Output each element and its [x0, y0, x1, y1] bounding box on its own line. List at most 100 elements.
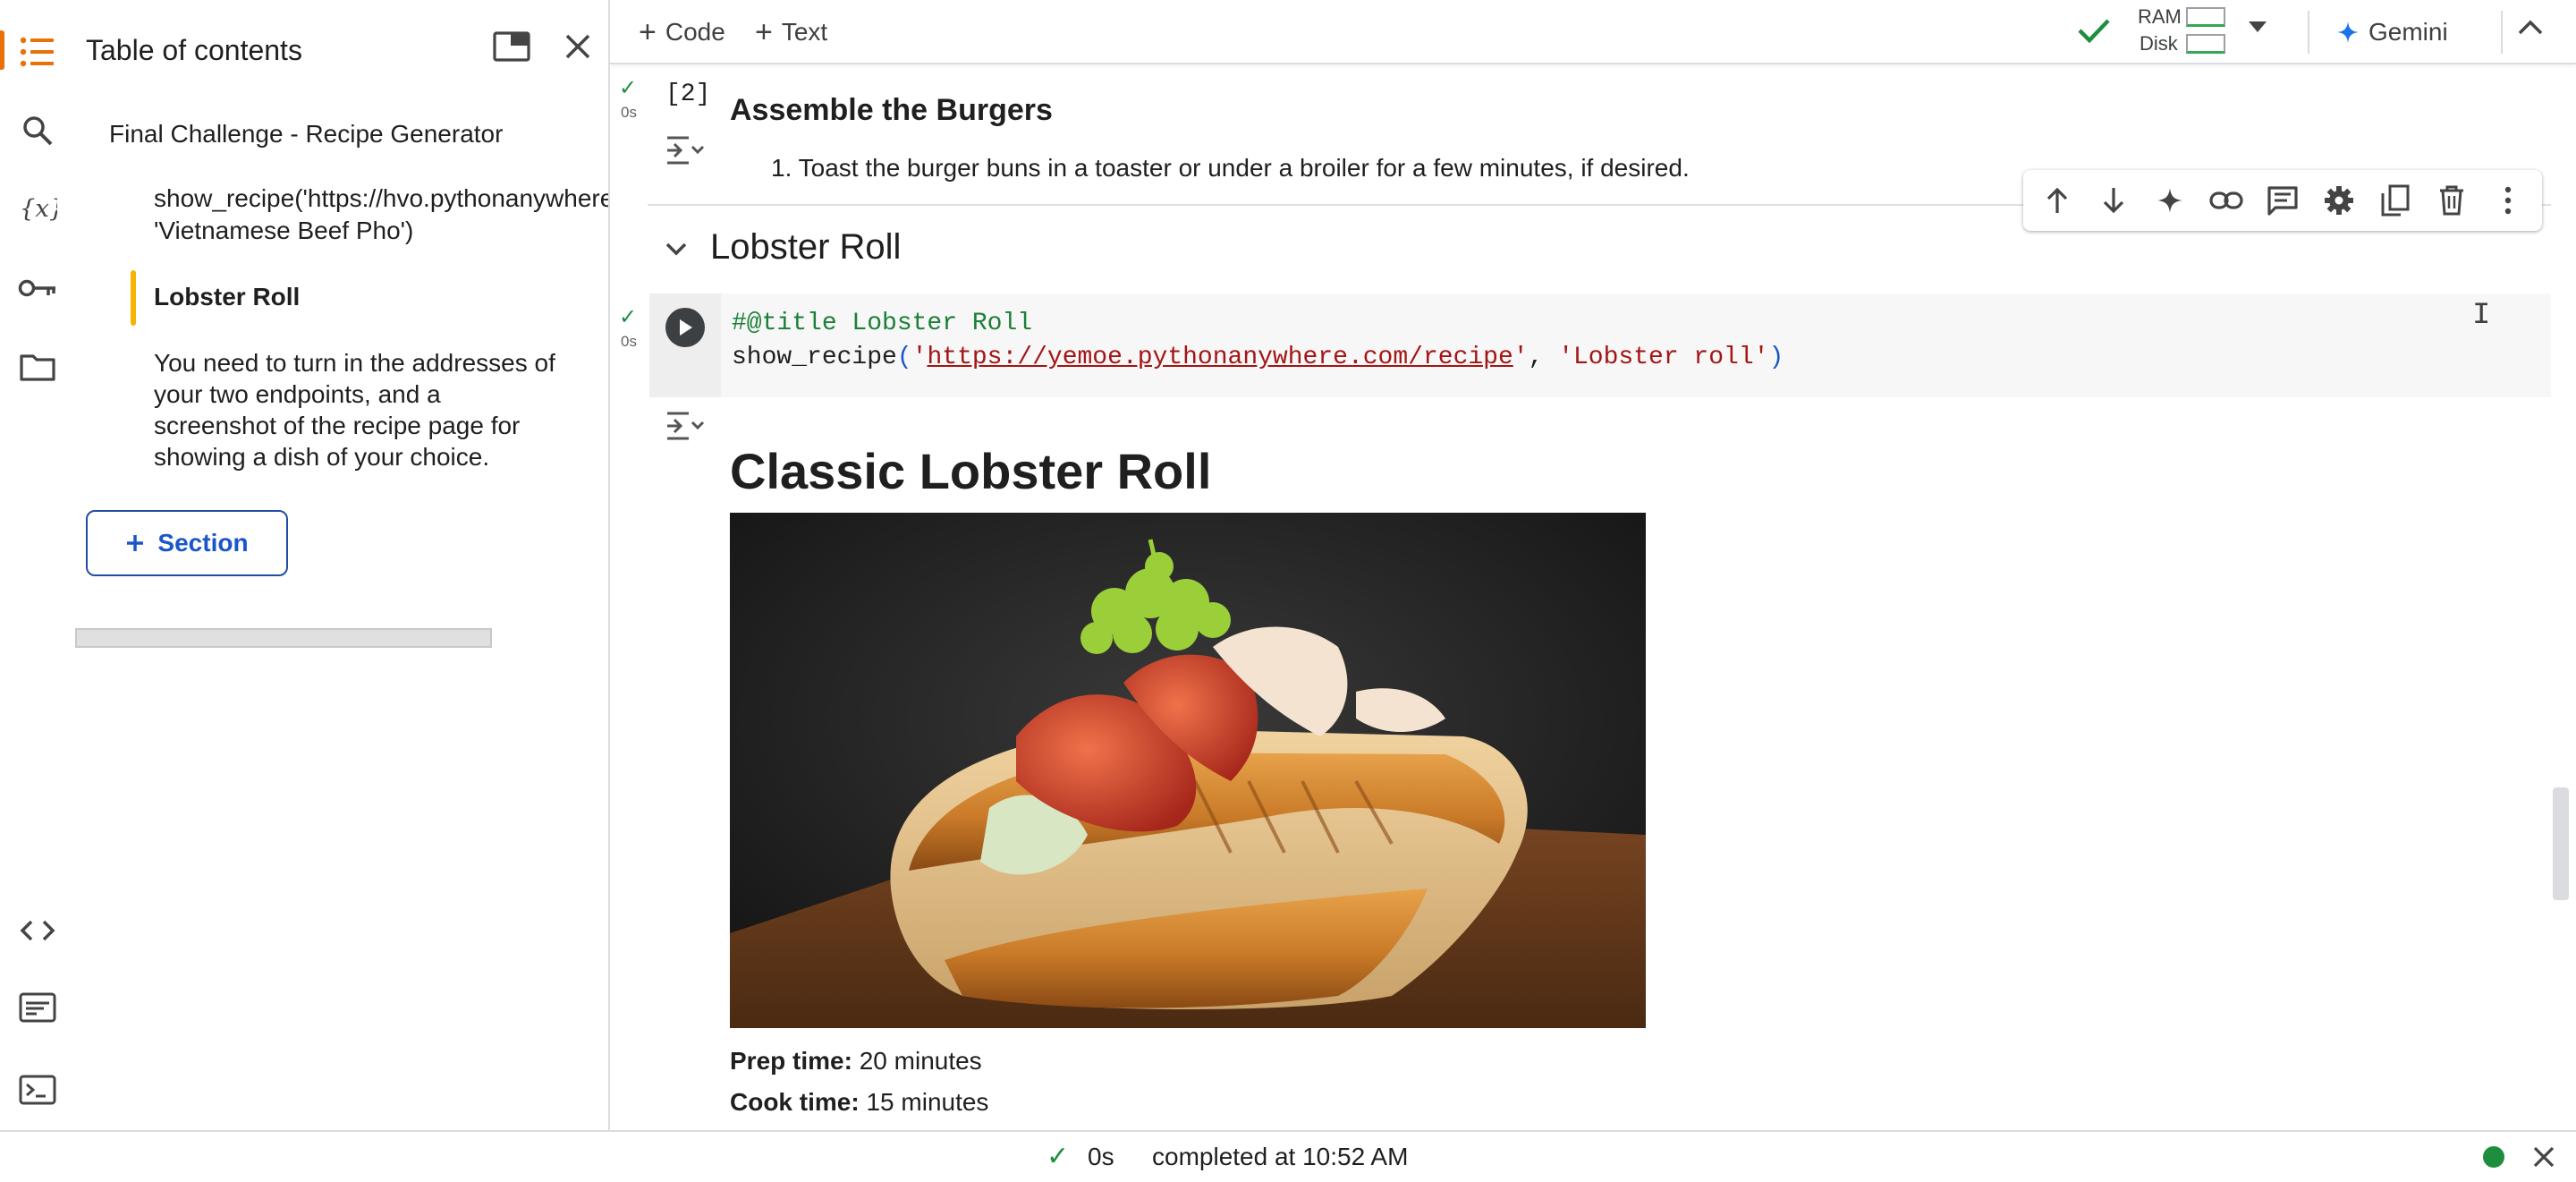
add-code-label: Code — [665, 18, 725, 46]
status-text[interactable]: completed at 10:52 AM — [1152, 1143, 1408, 1171]
add-text-label: Text — [781, 18, 828, 46]
executed-check-icon: ✓ — [619, 76, 638, 100]
code-snippets-icon[interactable] — [18, 911, 57, 950]
add-section-button[interactable]: Section — [86, 510, 288, 576]
code-function-name: show_recipe — [732, 344, 897, 371]
chevron-down-icon[interactable] — [657, 229, 696, 268]
toc-item-label-continued: 'Vietnamese Beef Pho') — [154, 217, 414, 244]
cook-time: Cook time: 15 minutes — [730, 1088, 988, 1117]
variables-icon[interactable]: {x} — [18, 188, 57, 227]
status-exec-time: 0s — [1088, 1143, 1114, 1170]
output-step: 1. Toast the burger buns in a toaster or… — [771, 154, 1690, 183]
code-paren: ( — [896, 344, 912, 371]
open-in-tab-icon[interactable] — [488, 23, 535, 70]
execution-count: [2] — [665, 81, 711, 108]
toc-item-line: You need to turn in the addresses of — [154, 349, 555, 377]
toc-horizontal-scrollbar[interactable] — [75, 628, 492, 648]
play-icon — [680, 319, 692, 336]
toc-title: Table of contents — [86, 34, 302, 66]
collapse-header-icon[interactable] — [2517, 18, 2544, 40]
add-section-label: Section — [157, 529, 249, 557]
table-of-contents-icon[interactable] — [18, 32, 57, 72]
text-cursor-icon: I — [2472, 299, 2491, 333]
link-icon[interactable] — [2203, 177, 2250, 224]
cook-time-label: Cook time: — [730, 1088, 860, 1116]
gemini-sparkle-icon — [2337, 21, 2359, 43]
toc-item-label: show_recipe('https://hvo.pythonanywhere — [154, 184, 608, 212]
settings-gear-icon[interactable] — [2316, 177, 2362, 224]
files-folder-icon[interactable] — [18, 347, 57, 387]
step-number: 1. — [771, 154, 792, 182]
svg-text:{x}: {x} — [20, 194, 57, 223]
execution-time: 0s — [621, 104, 637, 121]
close-icon[interactable] — [2528, 1141, 2560, 1173]
status-bar: ✓ 0s completed at 10:52 AM — [0, 1130, 2576, 1182]
disk-meter[interactable] — [2186, 34, 2225, 54]
notebook-scrollbar[interactable] — [2553, 787, 2569, 900]
recipe-title: Classic Lobster Roll — [730, 443, 1212, 499]
code-comma: , — [1528, 344, 1559, 371]
more-options-icon[interactable] — [2485, 177, 2531, 224]
runtime-status-dot — [2483, 1146, 2504, 1168]
run-cell-button[interactable] — [665, 308, 705, 347]
toolbar-divider — [2308, 11, 2309, 54]
toc-item-show-recipe[interactable]: show_recipe('https://hvo.pythonanywhere … — [154, 183, 608, 247]
section-title: Lobster Roll — [710, 227, 902, 267]
code-string-arg: 'Lobster roll' — [1558, 344, 1769, 371]
cell-toolbar — [2023, 170, 2542, 231]
add-text-cell-button[interactable]: + Text — [755, 13, 827, 52]
recipe-image — [730, 513, 1646, 1028]
rail-active-indicator — [0, 30, 4, 70]
toc-item-instructions[interactable]: You need to turn in the addresses of you… — [154, 347, 555, 472]
toc-item-final-challenge[interactable]: Final Challenge - Recipe Generator — [109, 118, 503, 150]
table-of-contents-panel: Table of contents Final Challenge - Reci… — [75, 0, 608, 1130]
toolbar-divider — [2501, 11, 2503, 54]
prep-time: Prep time: 20 minutes — [730, 1047, 982, 1076]
toc-item-line: screenshot of the recipe page for — [154, 412, 521, 439]
code-quote: ' — [1513, 344, 1529, 371]
toc-item-line: showing a dish of your choice. — [154, 443, 490, 471]
plus-icon: + — [755, 14, 773, 49]
toc-item-line: your two endpoints, and a — [154, 380, 441, 408]
secrets-key-icon[interactable] — [18, 268, 57, 308]
prep-time-value: 20 minutes — [859, 1047, 982, 1075]
terminal-icon[interactable] — [18, 1070, 57, 1110]
move-cell-up-icon[interactable] — [2034, 177, 2080, 224]
code-comment-line[interactable]: #@title Lobster Roll — [732, 310, 1032, 337]
delete-trash-icon[interactable] — [2428, 177, 2475, 224]
gemini-sparkle-icon[interactable] — [2147, 177, 2193, 224]
executed-check-icon: ✓ — [619, 305, 638, 329]
prep-time-label: Prep time: — [730, 1047, 852, 1075]
close-icon[interactable] — [555, 23, 601, 70]
add-code-cell-button[interactable]: + Code — [639, 13, 725, 52]
toc-active-indicator — [131, 270, 136, 326]
connected-check-icon[interactable] — [2077, 16, 2111, 49]
output-heading: Assemble the Burgers — [730, 93, 1053, 127]
code-paren: ) — [1768, 344, 1784, 371]
ram-meter[interactable] — [2186, 7, 2225, 27]
command-palette-icon[interactable] — [18, 988, 57, 1027]
output-actions-icon[interactable] — [664, 408, 707, 447]
output-actions-icon[interactable] — [664, 132, 707, 172]
left-icon-rail: {x} — [0, 0, 75, 1130]
notebook-area: + Code + Text RAM Disk Gemini ✓ 0s [2] A… — [610, 0, 2576, 1130]
step-text: Toast the burger buns in a toaster or un… — [798, 154, 1690, 182]
comment-icon[interactable] — [2259, 177, 2306, 224]
runtime-dropdown-icon[interactable] — [2247, 20, 2268, 38]
code-url-string[interactable]: https://yemoe.pythonanywhere.com/recipe — [927, 344, 1513, 371]
move-cell-down-icon[interactable] — [2090, 177, 2137, 224]
ram-label: RAM — [2138, 5, 2182, 28]
plus-icon: + — [639, 14, 657, 49]
gemini-label: Gemini — [2368, 18, 2448, 46]
notebook-toolbar: + Code + Text RAM Disk Gemini — [610, 0, 2576, 64]
code-quote: ' — [911, 344, 928, 371]
mirror-cell-icon[interactable] — [2372, 177, 2419, 224]
disk-label: Disk — [2140, 32, 2178, 55]
gemini-button[interactable]: Gemini — [2336, 13, 2448, 52]
code-call-line[interactable]: show_recipe('https://yemoe.pythonanywher… — [732, 344, 1784, 371]
cook-time-value: 15 minutes — [866, 1088, 989, 1116]
toc-item-lobster-roll[interactable]: Lobster Roll — [154, 281, 300, 313]
status-check-icon: ✓ — [1046, 1142, 1070, 1171]
plus-icon — [127, 535, 144, 551]
search-icon[interactable] — [18, 111, 57, 150]
